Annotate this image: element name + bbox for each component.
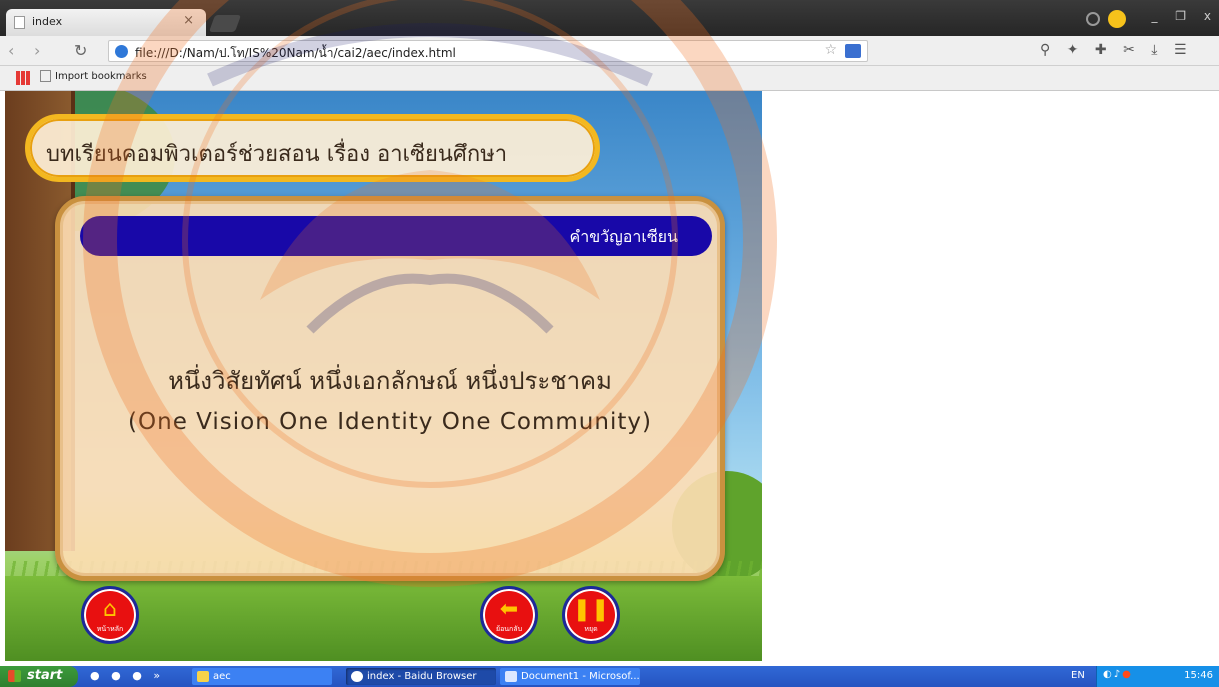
- chrome-icon[interactable]: ●: [132, 669, 142, 682]
- maximize-button[interactable]: ❐: [1175, 9, 1186, 23]
- pause-button[interactable]: ❚❚ หยุด: [562, 586, 620, 644]
- pause-icon: ❚❚: [572, 597, 610, 622]
- motto-english: (One Vision One Identity One Community): [128, 409, 652, 435]
- reload-icon[interactable]: ↻: [74, 41, 87, 60]
- extension-icon[interactable]: ✚: [1095, 42, 1107, 58]
- address-bar[interactable]: file:///D:/Nam/ป.โท/IS%20Nam/น้ำ/cai2/ae…: [108, 40, 868, 62]
- section-header: คำขวัญอาเซียน: [569, 227, 678, 246]
- task-document[interactable]: Document1 - Microsof...: [500, 668, 640, 685]
- bookmarks-bar: Import bookmarks: [0, 66, 1219, 91]
- windows-flag-icon: [8, 670, 21, 682]
- language-indicator[interactable]: EN: [1071, 670, 1085, 681]
- task-label: Document1 - Microsof...: [521, 671, 640, 682]
- toolbar-icons: ⚲ ✦ ✚ ✂ ⤓ ☰: [1040, 42, 1199, 58]
- new-tab-button[interactable]: [208, 15, 242, 32]
- browser-tab[interactable]: index ×: [6, 9, 206, 36]
- firefox-icon[interactable]: ●: [111, 669, 121, 682]
- browser-tab-strip: index × _ ❐ x: [0, 0, 1219, 36]
- clock: 15:46: [1184, 670, 1213, 681]
- menu-icon[interactable]: ☰: [1174, 42, 1187, 58]
- task-browser[interactable]: index - Baidu Browser: [346, 668, 496, 685]
- url-text: file:///D:/Nam/ป.โท/IS%20Nam/น้ำ/cai2/ae…: [135, 46, 456, 60]
- forward-arrow-icon[interactable]: ›: [34, 41, 40, 60]
- skin-icon[interactable]: [1108, 10, 1126, 28]
- lesson-stage: บทเรียนคอมพิวเตอร์ช่วยสอน เรื่อง อาเซียน…: [5, 91, 762, 661]
- import-bookmarks-label: Import bookmarks: [55, 71, 147, 82]
- word-icon: [505, 671, 517, 682]
- baidu-paw-icon[interactable]: [845, 44, 861, 58]
- more-icon[interactable]: »: [153, 669, 160, 682]
- alert-icon[interactable]: ●: [1122, 669, 1133, 680]
- lesson-title: บทเรียนคอมพิวเตอร์ช่วยสอน เรื่อง อาเซียน…: [46, 142, 508, 167]
- home-caption: หน้าหลัก: [96, 625, 124, 633]
- house-icon: ⌂: [103, 597, 117, 622]
- account-icon[interactable]: [1086, 12, 1100, 26]
- secure-check-icon: [115, 45, 128, 58]
- motto-thai: หนึ่งวิสัยทัศน์ หนึ่งเอกลักษณ์ หนึ่งประช…: [168, 367, 612, 395]
- network-icon[interactable]: ◐: [1103, 669, 1114, 680]
- windows-taskbar: start ● ● ● » aec index - Baidu Browser …: [0, 666, 1219, 687]
- browser-toolbar: ‹ › ↻ file:///D:/Nam/ป.โท/IS%20Nam/น้ำ/c…: [0, 36, 1219, 66]
- start-button[interactable]: start: [0, 666, 78, 687]
- minimize-button[interactable]: _: [1151, 9, 1157, 23]
- search-icon[interactable]: ⚲: [1040, 42, 1050, 58]
- import-icon: [40, 70, 51, 82]
- back-button[interactable]: ⬅ ย้อนกลับ: [480, 586, 538, 644]
- back-caption: ย้อนกลับ: [495, 625, 523, 633]
- lesson-title-banner: บทเรียนคอมพิวเตอร์ช่วยสอน เรื่อง อาเซียน…: [25, 114, 600, 182]
- start-label: start: [27, 668, 63, 683]
- apps-grid-icon[interactable]: [16, 71, 30, 85]
- ie-icon[interactable]: ●: [90, 669, 100, 682]
- task-aec[interactable]: aec: [192, 668, 332, 685]
- section-header-bar: คำขวัญอาเซียน: [80, 216, 712, 256]
- volume-icon[interactable]: ♪: [1114, 669, 1122, 680]
- content-board: คำขวัญอาเซียน หนึ่งวิสัยทัศน์ หนึ่งเอกลั…: [55, 196, 725, 581]
- window-controls: _ ❐ x: [1137, 9, 1211, 23]
- back-arrow-icon[interactable]: ‹: [8, 41, 14, 60]
- page-icon: [14, 16, 25, 29]
- import-bookmarks-link[interactable]: Import bookmarks: [40, 70, 147, 82]
- tray-icons: ◐♪●: [1103, 669, 1133, 680]
- home-button[interactable]: ⌂ หน้าหลัก: [81, 586, 139, 644]
- browser-icon: [351, 671, 363, 682]
- tab-close-icon[interactable]: ×: [183, 13, 194, 28]
- system-tray: EN ◐♪● 15:46: [1071, 666, 1219, 687]
- bookmark-star-icon[interactable]: ☆: [824, 42, 837, 58]
- task-label: index - Baidu Browser: [367, 671, 477, 682]
- task-label: aec: [213, 671, 231, 682]
- folder-icon: [197, 671, 209, 682]
- pause-caption: หยุด: [584, 625, 598, 633]
- left-arrow-icon: ⬅: [499, 597, 519, 622]
- quick-launch: ● ● ● »: [90, 669, 168, 682]
- tab-title: index: [32, 15, 63, 28]
- tools-icon[interactable]: ✦: [1067, 42, 1079, 58]
- close-window-button[interactable]: x: [1204, 9, 1211, 23]
- screen: index × _ ❐ x ‹ › ↻ file:///D:/Nam/ป.โท/…: [0, 0, 1219, 687]
- cut-icon[interactable]: ✂: [1123, 42, 1135, 58]
- download-icon[interactable]: ⤓: [1151, 42, 1157, 58]
